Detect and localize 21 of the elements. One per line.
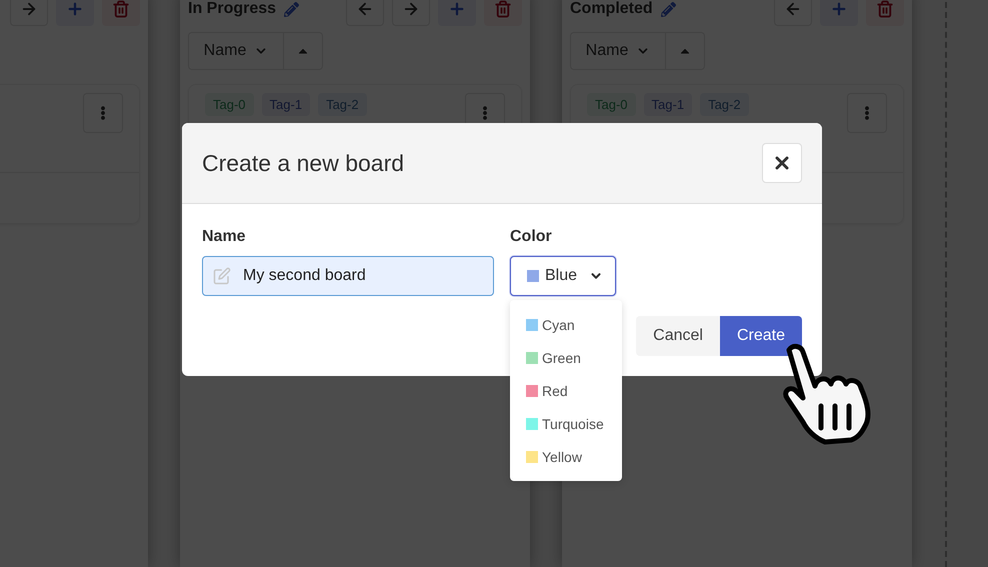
dropdown-option[interactable]: Green xyxy=(510,341,622,374)
option-label: Green xyxy=(542,350,581,366)
field-label: Name xyxy=(202,228,247,246)
name-input-field[interactable]: My second board xyxy=(202,256,494,296)
dialog-title: Create a new board xyxy=(202,150,404,176)
column-title: Completed xyxy=(570,0,653,18)
dropdown-option[interactable]: Red xyxy=(510,374,622,407)
option-label: Red xyxy=(542,382,568,398)
dropdown-option[interactable]: Turquoise xyxy=(510,407,622,440)
color-select[interactable]: Blue xyxy=(510,256,616,296)
option-label: Turquoise xyxy=(542,416,604,432)
dropdown-option[interactable]: Cyan xyxy=(510,308,622,341)
create-button[interactable]: Create xyxy=(720,316,802,356)
option-label: Yellow xyxy=(542,448,582,464)
cancel-button[interactable]: Cancel xyxy=(636,316,720,356)
edit-icon xyxy=(213,267,231,285)
dropdown-option[interactable]: Yellow xyxy=(510,440,622,473)
close-button[interactable] xyxy=(762,143,802,183)
field-label: Color xyxy=(510,228,553,246)
option-label: Cyan xyxy=(542,316,575,332)
column-title: In Progress xyxy=(188,0,276,18)
